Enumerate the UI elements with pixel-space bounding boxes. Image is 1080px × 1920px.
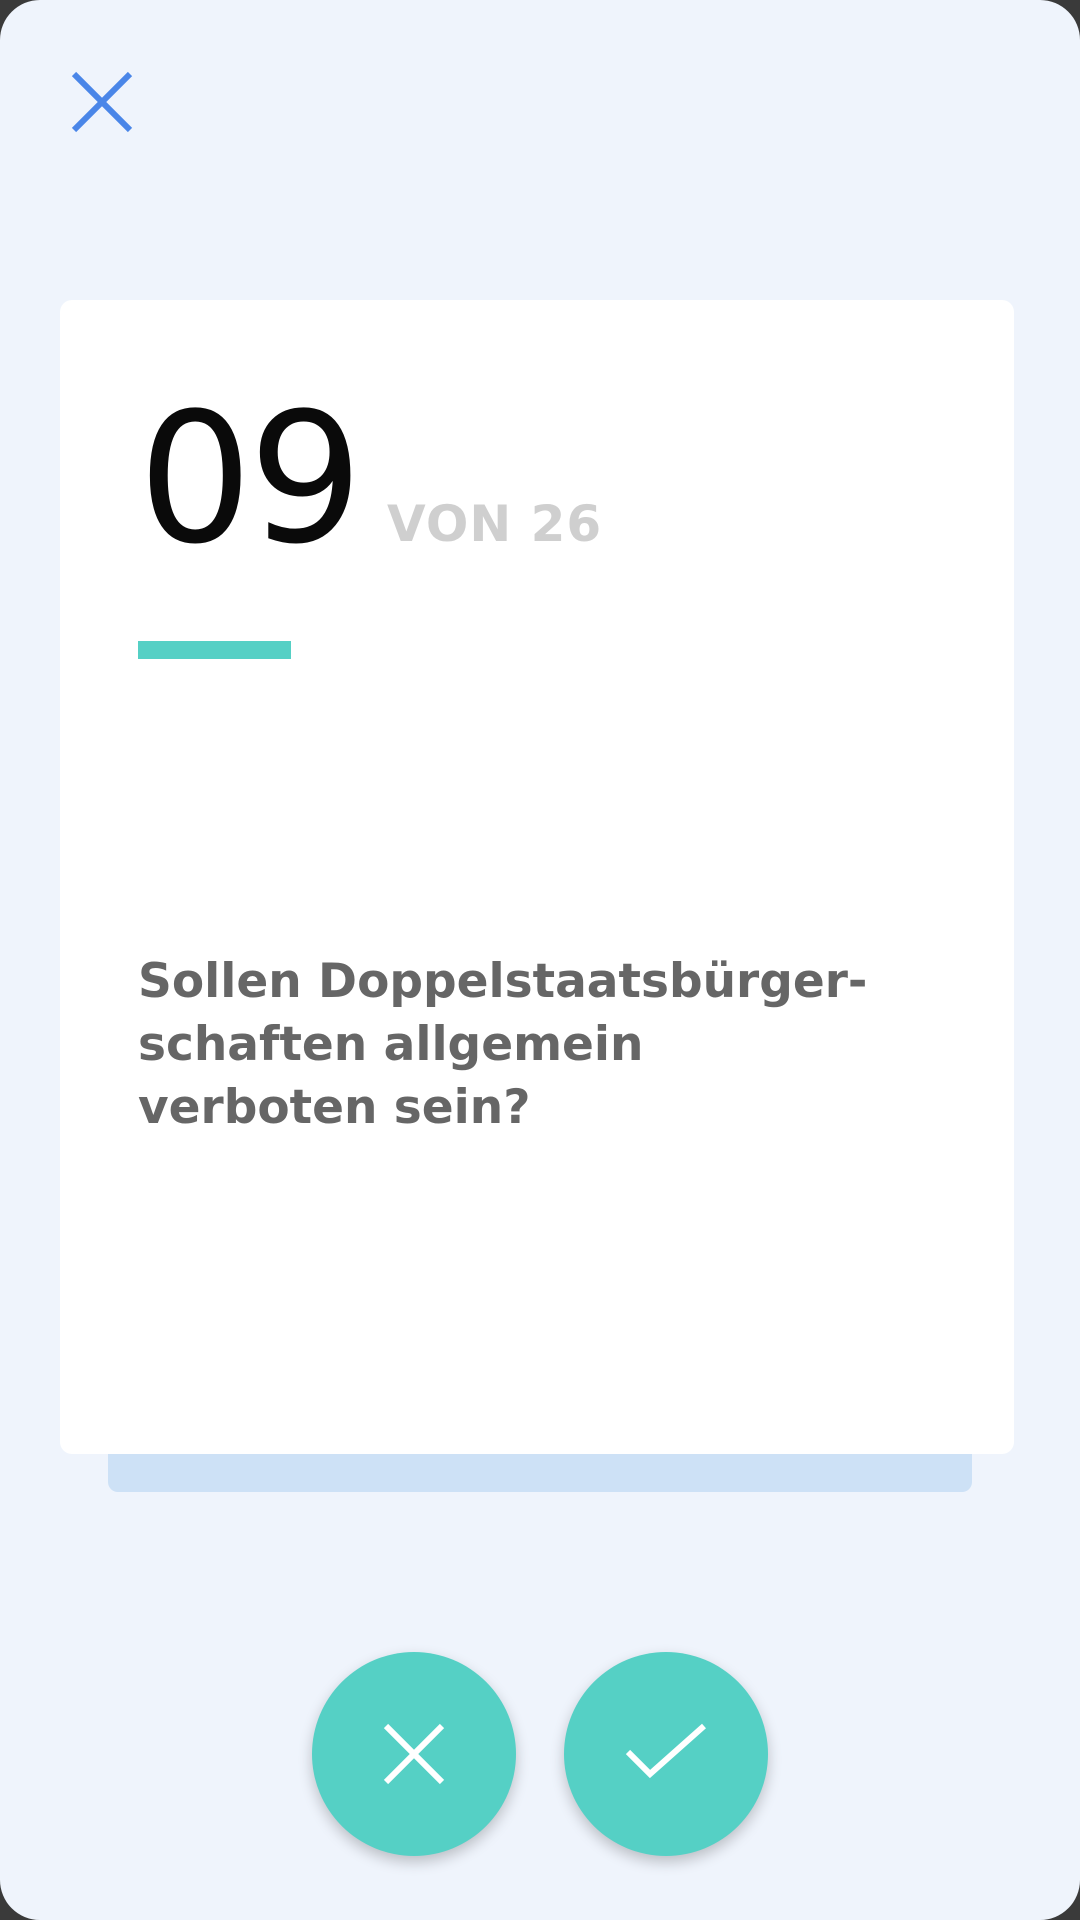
current-question-number: 09 [138, 375, 363, 584]
close-button[interactable] [62, 62, 142, 142]
check-icon [625, 1723, 706, 1779]
close-icon [383, 1723, 445, 1785]
question-text: Sollen Doppelstaatsbürger-schaften allge… [138, 954, 868, 1135]
answer-yes-button[interactable] [564, 1652, 768, 1856]
progress-bar [138, 641, 936, 659]
question-counter: 09 VON 26 [138, 390, 602, 570]
total-questions-label: VON 26 [387, 495, 603, 553]
progress-bar-fill [138, 641, 292, 659]
screen: 09 VON 26 Sollen Doppelstaatsbürger-scha… [0, 0, 1080, 1920]
question-card: 09 VON 26 Sollen Doppelstaatsbürger-scha… [60, 300, 1014, 1454]
answer-no-button[interactable] [312, 1652, 516, 1856]
close-icon [71, 71, 133, 133]
